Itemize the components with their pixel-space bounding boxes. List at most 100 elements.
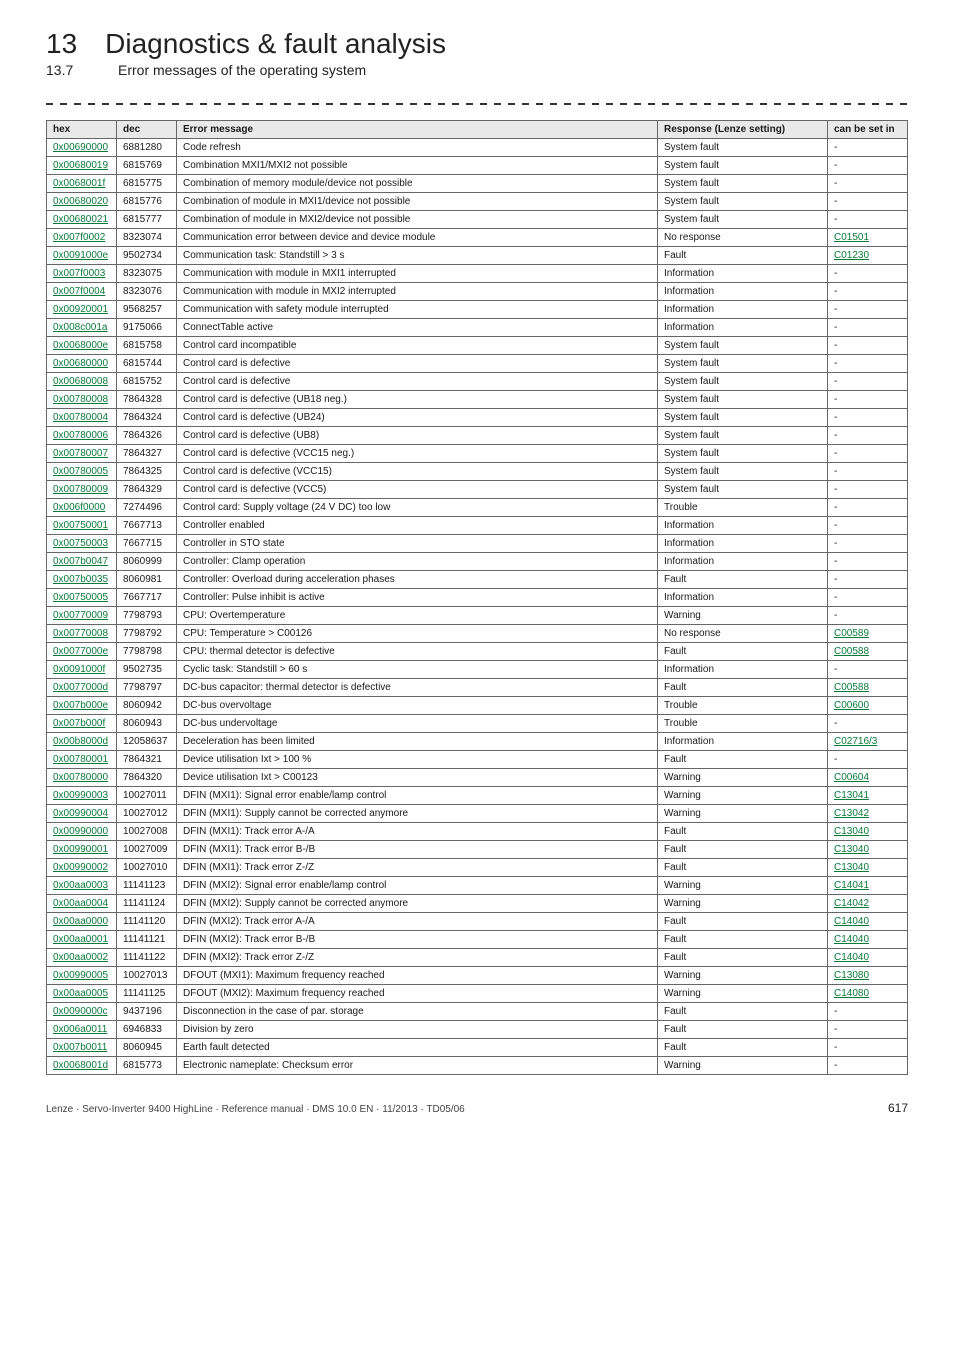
hex-link[interactable]: 0x007b0011 [53,1042,107,1053]
hex-link[interactable]: 0x00690000 [53,142,108,153]
hex-link[interactable]: 0x007f0002 [53,232,105,243]
hex-link[interactable]: 0x00780005 [53,466,108,477]
hex-link[interactable]: 0x00aa0001 [53,934,108,945]
hex-link[interactable]: 0x00750001 [53,520,108,531]
hex-link[interactable]: 0x00750005 [53,592,108,603]
set-link[interactable]: C00588 [834,682,869,693]
hex-link[interactable]: 0x00990001 [53,844,108,855]
hex-link[interactable]: 0x00aa0000 [53,916,108,927]
hex-link[interactable]: 0x00780001 [53,754,108,765]
hex-link[interactable]: 0x00780008 [53,394,108,405]
hex-link[interactable]: 0x00920001 [53,304,108,315]
cell-response: Fault [658,949,828,967]
hex-link[interactable]: 0x00780009 [53,484,108,495]
hex-link[interactable]: 0x00990002 [53,862,108,873]
cell-error-message: Combination of memory module/device not … [177,175,658,193]
cell-hex: 0x007f0003 [47,265,117,283]
set-link[interactable]: C14040 [834,952,869,963]
hex-link[interactable]: 0x00680021 [53,214,108,225]
cell-can-be-set-in: C14080 [828,985,908,1003]
set-link[interactable]: C14040 [834,934,869,945]
cell-can-be-set-in: C14041 [828,877,908,895]
hex-link[interactable]: 0x00990004 [53,808,108,819]
hex-link[interactable]: 0x0091000f [53,664,105,675]
set-link[interactable]: C14042 [834,898,869,909]
table-row: 0x00aa000511141125DFOUT (MXI2): Maximum … [47,985,908,1003]
cell-response: Fault [658,643,828,661]
hex-link[interactable]: 0x00b8000d [53,736,108,747]
section-title: Error messages of the operating system [118,62,366,78]
hex-link[interactable]: 0x00770009 [53,610,108,621]
hex-link[interactable]: 0x00680019 [53,160,108,171]
hex-link[interactable]: 0x0077000d [53,682,108,693]
hex-link[interactable]: 0x00780000 [53,772,108,783]
cell-dec: 8323076 [117,283,177,301]
cell-dec: 8323075 [117,265,177,283]
hex-link[interactable]: 0x00aa0002 [53,952,108,963]
hex-link[interactable]: 0x006a0011 [53,1024,107,1035]
hex-link[interactable]: 0x007b000f [53,718,105,729]
hex-link[interactable]: 0x00680020 [53,196,108,207]
hex-link[interactable]: 0x00770008 [53,628,108,639]
hex-link[interactable]: 0x00990000 [53,826,108,837]
set-link[interactable]: C13042 [834,808,869,819]
hex-link[interactable]: 0x0077000e [53,646,108,657]
hex-link[interactable]: 0x00aa0003 [53,880,108,891]
set-link[interactable]: C00600 [834,700,869,711]
hex-link[interactable]: 0x007b0047 [53,556,108,567]
cell-response: Information [658,553,828,571]
set-link[interactable]: C01501 [834,232,869,243]
hex-link[interactable]: 0x00780006 [53,430,108,441]
table-row: 0x007b00358060981Controller: Overload du… [47,571,908,589]
hex-link[interactable]: 0x0068000e [53,340,108,351]
table-row: 0x007800097864329Control card is defecti… [47,481,908,499]
hex-link[interactable]: 0x0068001f [53,178,105,189]
set-link[interactable]: C14040 [834,916,869,927]
set-link[interactable]: C13040 [834,826,869,837]
hex-link[interactable]: 0x00aa0005 [53,988,108,999]
hex-link[interactable]: 0x00990005 [53,970,108,981]
set-link[interactable]: C14041 [834,880,869,891]
hex-link[interactable]: 0x0090000c [53,1006,108,1017]
set-link[interactable]: C13080 [834,970,869,981]
set-link[interactable]: C13040 [834,862,869,873]
cell-response: Warning [658,967,828,985]
hex-link[interactable]: 0x00780007 [53,448,108,459]
cell-can-be-set-in: C13041 [828,787,908,805]
hex-link[interactable]: 0x007b000e [53,700,108,711]
hex-link[interactable]: 0x00750003 [53,538,108,549]
cell-dec: 11141124 [117,895,177,913]
cell-response: Fault [658,1003,828,1021]
cell-hex: 0x00aa0004 [47,895,117,913]
set-link[interactable]: C00589 [834,628,869,639]
hex-link[interactable]: 0x006f0000 [53,502,105,513]
cell-error-message: Division by zero [177,1021,658,1039]
set-link[interactable]: C14080 [834,988,869,999]
hex-link[interactable]: 0x007f0003 [53,268,105,279]
hex-link[interactable]: 0x00990003 [53,790,108,801]
hex-link[interactable]: 0x00680000 [53,358,108,369]
hex-link[interactable]: 0x0068001d [53,1060,108,1071]
cell-hex: 0x00990002 [47,859,117,877]
hex-link[interactable]: 0x007f0004 [53,286,105,297]
cell-can-be-set-in: - [828,391,908,409]
hex-link[interactable]: 0x007b0035 [53,574,108,585]
set-link[interactable]: C13041 [834,790,869,801]
set-link[interactable]: C01230 [834,250,869,261]
set-link[interactable]: C00588 [834,646,869,657]
hex-link[interactable]: 0x008c001a [53,322,108,333]
set-link[interactable]: C00604 [834,772,869,783]
set-link[interactable]: C13040 [834,844,869,855]
cell-hex: 0x007f0004 [47,283,117,301]
cell-can-be-set-in: - [828,607,908,625]
set-link[interactable]: C02716/3 [834,736,877,747]
table-body: 0x006900006881280Code refreshSystem faul… [47,139,908,1075]
hex-link[interactable]: 0x00780004 [53,412,108,423]
cell-hex: 0x00680019 [47,157,117,175]
cell-error-message: Combination of module in MXI1/device not… [177,193,658,211]
hex-link[interactable]: 0x00aa0004 [53,898,108,909]
hex-link[interactable]: 0x0091000e [53,250,108,261]
cell-response: Information [658,535,828,553]
hex-link[interactable]: 0x00680008 [53,376,108,387]
header-can-be-set-in: can be set in [828,121,908,139]
